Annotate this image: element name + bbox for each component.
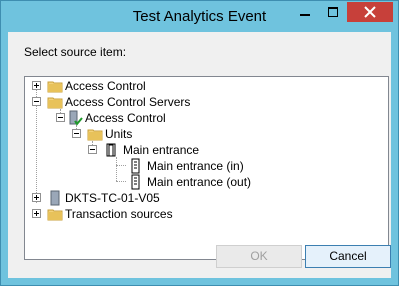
folder-icon (47, 209, 63, 221)
collapse-toggle[interactable] (88, 145, 97, 154)
cancel-button[interactable]: Cancel (305, 245, 391, 268)
maximize-button[interactable] (319, 2, 346, 22)
minimize-icon (299, 14, 310, 16)
folder-icon (87, 129, 103, 141)
close-icon (364, 6, 376, 18)
server-icon (50, 190, 60, 206)
title-bar[interactable]: Test Analytics Event (1, 1, 398, 32)
tree-node-label[interactable]: Access Control (85, 110, 166, 126)
collapse-toggle[interactable] (72, 129, 81, 138)
tree-node-label[interactable]: Access Control (65, 78, 146, 94)
ok-button[interactable]: OK (216, 245, 302, 268)
expand-toggle[interactable] (32, 81, 41, 90)
folder-icon (47, 97, 63, 109)
reader-icon (131, 158, 140, 174)
collapse-toggle[interactable] (32, 97, 41, 106)
source-tree[interactable]: Access Control Access Control Servers Ac… (24, 76, 389, 260)
tree-node-label[interactable]: Main entrance (in) (147, 158, 244, 174)
folder-icon (47, 81, 63, 93)
tree-line (116, 181, 126, 182)
tree-node-label[interactable]: Units (105, 126, 132, 142)
tree-line (116, 165, 126, 166)
tree-node-label[interactable]: Transaction sources (65, 206, 173, 222)
select-source-label: Select source item: (24, 45, 127, 59)
close-button[interactable] (347, 2, 393, 22)
expand-toggle[interactable] (32, 193, 41, 202)
tree-node-label[interactable]: Main entrance (out) (147, 174, 251, 190)
dialog-window: Test Analytics Event Select source item:… (0, 0, 399, 286)
tree-line (116, 157, 117, 181)
maximize-icon (327, 7, 338, 17)
collapse-toggle[interactable] (56, 113, 65, 122)
dialog-body: Select source item: Access Control Acces… (8, 32, 391, 278)
tree-node-label[interactable]: Main entrance (123, 142, 199, 158)
reader-icon (131, 174, 140, 190)
tree-node-label[interactable]: Access Control Servers (65, 94, 190, 110)
expand-toggle[interactable] (32, 209, 41, 218)
door-icon (106, 143, 116, 157)
tree-node-label[interactable]: DKTS-TC-01-V05 (65, 190, 160, 206)
minimize-button[interactable] (291, 2, 318, 22)
server-check-icon (69, 110, 83, 126)
